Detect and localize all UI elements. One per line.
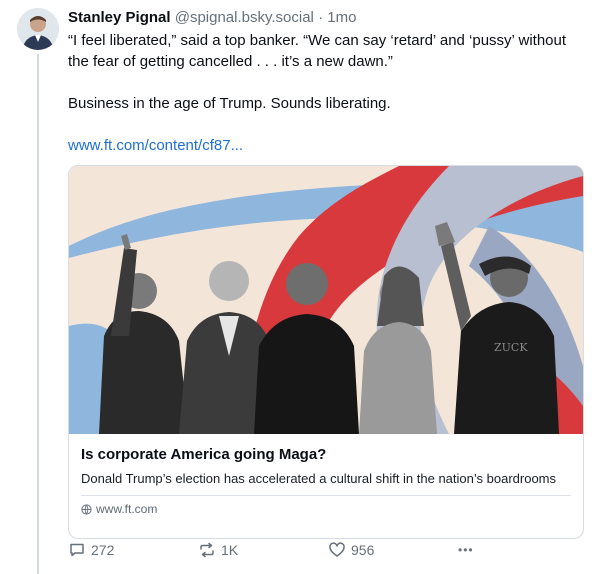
like-button[interactable]: 956	[328, 541, 458, 559]
post-link[interactable]: www.ft.com/content/cf87...	[68, 137, 243, 154]
like-count: 956	[351, 542, 375, 558]
svg-text:ZUCK: ZUCK	[494, 341, 528, 354]
reply-icon	[70, 543, 84, 557]
card-source: www.ft.com	[81, 502, 571, 516]
author-handle[interactable]: @spignal.bsky.social	[175, 9, 314, 26]
post-actions: 272 1K 956 •••	[68, 540, 538, 560]
repost-button[interactable]: 1K	[198, 541, 328, 559]
more-icon: •••	[458, 543, 474, 557]
repost-count: 1K	[221, 542, 239, 558]
link-preview-card[interactable]: ZUCK Is corporate America going Maga? Do…	[68, 165, 584, 539]
reply-count: 272	[91, 542, 115, 558]
card-title: Is corporate America going Maga?	[81, 446, 327, 463]
author-display-name[interactable]: Stanley Pignal	[68, 9, 171, 26]
globe-icon	[81, 503, 92, 515]
avatar[interactable]	[17, 8, 59, 50]
thread-line	[37, 54, 39, 574]
card-divider	[81, 495, 571, 496]
like-icon	[329, 542, 345, 557]
card-description: Donald Trump’s election has accelerated …	[81, 471, 557, 486]
post-timestamp[interactable]: 1mo	[327, 9, 356, 26]
separator-dot: ·	[318, 9, 324, 26]
card-image: ZUCK	[69, 166, 583, 434]
post-text-paragraph-2: Business in the age of Trump. Sounds lib…	[68, 95, 391, 112]
post-text-paragraph-1: “I feel liberated,” said a top banker. “…	[68, 32, 567, 70]
post-header: Stanley Pignal @spignal.bsky.social · 1m…	[68, 8, 584, 28]
more-options-button[interactable]: •••	[458, 543, 474, 557]
post-text: “I feel liberated,” said a top banker. “…	[68, 30, 578, 156]
card-source-domain: www.ft.com	[96, 502, 158, 516]
reply-button[interactable]: 272	[68, 541, 198, 559]
repost-icon	[200, 542, 214, 558]
post-content: Stanley Pignal @spignal.bsky.social · 1m…	[68, 8, 584, 539]
